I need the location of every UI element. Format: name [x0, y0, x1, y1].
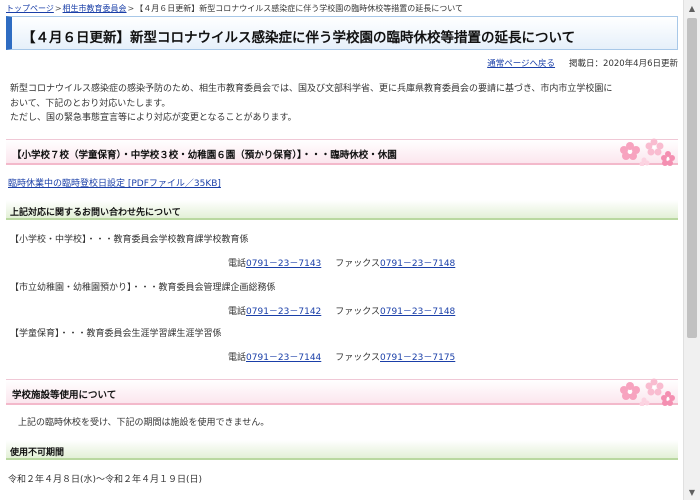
fax-prefix: ファックス: [335, 307, 381, 317]
intro-text: 新型コロナウイルス感染症の感染予防のため、相生市教育委員会では、国及び文部科学省…: [10, 82, 676, 126]
pdf-link-row: 臨時休業中の臨時登校日設定 [PDFファイル／35KB]: [8, 176, 221, 189]
section-header-label: 上記対応に関するお問い合わせ先について: [10, 208, 181, 218]
contact-numbers: 電話0791－23－7144 ファックス0791－23－7175: [228, 350, 455, 363]
page: トップページ>相生市教育委員会>【４月６日更新】新型コロナウイルス感染症に伴う学…: [0, 0, 683, 500]
period-text: 令和２年４月８日(水)～令和２年４月１９日(日): [8, 475, 203, 485]
fax-link[interactable]: 0791－23－7175: [380, 353, 455, 363]
section-header-label: 学校施設等使用について: [12, 390, 117, 401]
normal-page-link[interactable]: 通常ページへ戻る: [487, 59, 555, 69]
breadcrumb-current: 【４月６日更新】新型コロナウイルス感染症に伴う学校園の臨時休校等措置の延長につい…: [135, 4, 464, 13]
contact-label: 【小学校・中学校】・・・教育委員会学校教育課学校教育係: [10, 235, 249, 245]
fax-prefix: ファックス: [335, 259, 381, 269]
section-header-closure: 【小学校７校（学童保育）・中学校３校・幼稚園６園（預かり保育）】・・・臨時休校・…: [6, 138, 678, 166]
published-date: 掲載日：2020年4月6日更新: [569, 59, 678, 69]
title-banner: 【４月６日更新】新型コロナウイルス感染症に伴う学校園の臨時休校等措置の延長につい…: [6, 16, 678, 50]
tel-prefix: 電話: [228, 307, 247, 317]
tel-link[interactable]: 0791－23－7144: [246, 353, 321, 363]
fax-link[interactable]: 0791－23－7148: [380, 307, 455, 317]
section-header-label: 【小学校７校（学童保育）・中学校３校・幼稚園６園（預かり保育）】・・・臨時休校・…: [12, 150, 397, 161]
section-header-label: 使用不可期間: [10, 448, 65, 458]
scroll-down-icon[interactable]: ▼: [684, 484, 700, 500]
contact-label: 【市立幼稚園・幼稚園預かり】・・・教育委員会管理課企画総務係: [10, 283, 276, 293]
fax-prefix: ファックス: [335, 353, 381, 363]
tel-prefix: 電話: [228, 353, 247, 363]
breadcrumb-separator: >: [127, 4, 135, 13]
breadcrumb-board-link[interactable]: 相生市教育委員会: [63, 4, 127, 13]
section-header-contact: 上記対応に関するお問い合わせ先について: [6, 200, 678, 220]
contact-label: 【学童保育】・・・教育委員会生涯学習課生涯学習係: [10, 329, 222, 339]
vertical-scrollbar[interactable]: ▲ ▼: [683, 0, 700, 500]
cherry-blossom-decoration-icon: [620, 138, 675, 166]
facility-text: 上記の臨時休校を受け、下記の期間は施設を使用できません。: [18, 418, 270, 428]
tel-link[interactable]: 0791－23－7142: [246, 307, 321, 317]
fax-link[interactable]: 0791－23－7148: [380, 259, 455, 269]
section-header-facility: 学校施設等使用について: [6, 378, 678, 406]
tel-link[interactable]: 0791－23－7143: [246, 259, 321, 269]
tel-prefix: 電話: [228, 259, 247, 269]
intro-line: ただし、国の緊急事態宣言等により対応が変更となることがあります。: [10, 113, 297, 123]
scrollbar-thumb[interactable]: [687, 18, 697, 338]
page-info-bar: 通常ページへ戻る 掲載日：2020年4月6日更新: [487, 57, 678, 69]
contact-numbers: 電話0791－23－7143 ファックス0791－23－7148: [228, 256, 455, 269]
page-title: 【４月６日更新】新型コロナウイルス感染症に伴う学校園の臨時休校等措置の延長につい…: [22, 30, 576, 46]
breadcrumb: トップページ>相生市教育委員会>【４月６日更新】新型コロナウイルス感染症に伴う学…: [6, 3, 463, 14]
breadcrumb-separator: >: [54, 4, 62, 13]
section-header-period: 使用不可期間: [6, 440, 678, 460]
intro-line: 新型コロナウイルス感染症の感染予防のため、相生市教育委員会では、国及び文部科学省…: [10, 84, 613, 94]
scroll-up-icon[interactable]: ▲: [684, 0, 700, 16]
intro-line: おいて、下記のとおり対応いたします。: [10, 98, 171, 109]
cherry-blossom-decoration-icon: [620, 378, 675, 406]
contact-numbers: 電話0791－23－7142 ファックス0791－23－7148: [228, 304, 455, 317]
pdf-link[interactable]: 臨時休業中の臨時登校日設定 [PDFファイル／35KB]: [8, 179, 221, 189]
breadcrumb-home-link[interactable]: トップページ: [6, 4, 54, 13]
